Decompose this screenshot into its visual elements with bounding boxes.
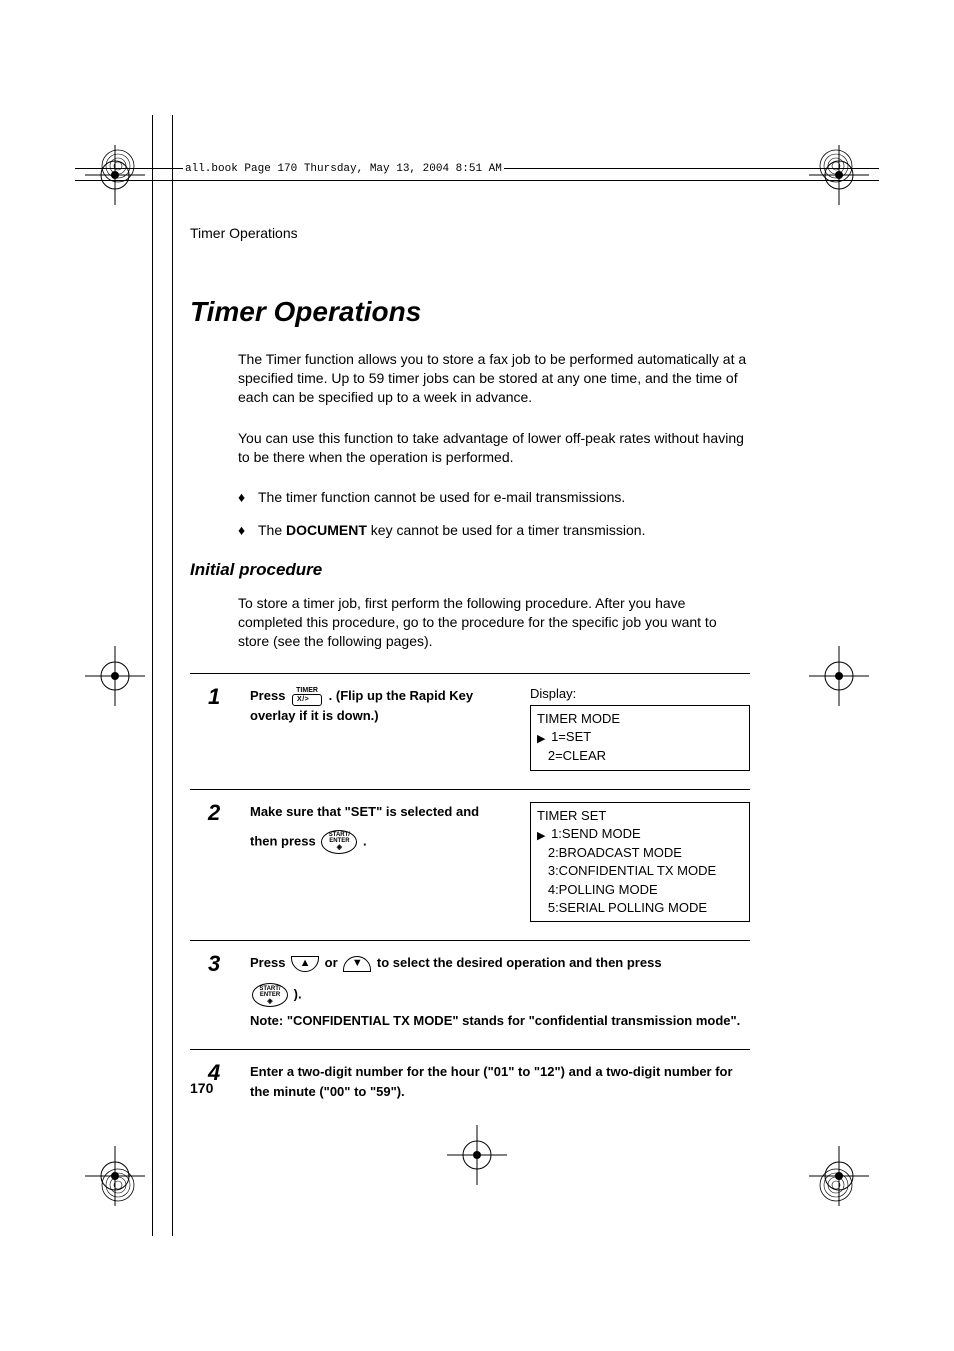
step-number: 2 [208,802,232,922]
intro-paragraph-2: You can use this function to take advant… [238,429,750,467]
up-arrow-key-icon: ▲ [291,956,319,972]
step-2-post: . [363,833,367,848]
bullet-1: ♦ The timer function cannot be used for … [238,488,750,507]
lcd-line: TIMER SET [537,807,743,825]
step-3-pre: Press [250,955,289,970]
step-2-line1: Make sure that "SET" is selected and [250,802,512,822]
lcd-line: 5:SERIAL POLLING MODE [537,899,743,917]
rosette-icon [818,148,854,184]
intro-paragraph-1: The Timer function allows you to store a… [238,350,750,407]
rule-horizontal-2 [75,180,879,181]
step-3: 3 Press ▲ or ▼ to select the desired ope… [190,941,750,1050]
step-1-instruction: Press TIMER X/> . (Flip up the Rapid Key… [250,686,512,771]
lcd-display: TIMER MODE ▶ 1=SET 2=CLEAR [530,705,750,771]
registration-mark-icon [85,646,145,706]
page-title: Timer Operations [190,296,750,328]
start-enter-key-icon: START/ ENTER ◈ [321,830,357,854]
timer-key-box: X/> [292,694,322,706]
lcd-line: ▶ 1=SET [537,728,743,747]
down-arrow-key-icon: ▼ [343,956,371,972]
diamond-icon: ◈ [267,998,272,1005]
lcd-line: 2:BROADCAST MODE [537,844,743,862]
rosette-icon [100,1167,136,1203]
rule-vertical-2 [172,115,173,1236]
lcd-text: 1=SET [547,729,591,744]
running-head: Timer Operations [190,225,750,241]
rule-vertical-1 [152,115,153,1236]
page-content: Timer Operations Timer Operations The Ti… [190,225,750,1121]
lcd-line: 3:CONFIDENTIAL TX MODE [537,862,743,880]
bullet-1-text: The timer function cannot be used for e-… [258,488,625,507]
step-number: 3 [208,953,232,1031]
bullet-2: ♦ The DOCUMENT key cannot be used for a … [238,521,750,540]
start-enter-key-icon: START/ ENTER ◈ [252,983,288,1007]
diamond-bullet-icon: ♦ [238,521,258,540]
step-4: 4 Enter a two-digit number for the hour … [190,1050,750,1120]
step-3-line2-post: ). [294,987,302,1002]
diamond-icon: ◈ [337,844,342,851]
bullet-2-pre: The [258,522,286,538]
rosette-icon [100,148,136,184]
step-4-instruction: Enter a two-digit number for the hour ("… [250,1062,750,1102]
display-label: Display: [530,686,750,701]
bullet-2-key: DOCUMENT [286,522,367,538]
step-2: 2 Make sure that "SET" is selected and t… [190,790,750,941]
timer-key-icon: TIMER X/> [292,687,322,706]
section-heading: Initial procedure [190,560,750,580]
section-intro: To store a timer job, first perform the … [238,594,750,651]
timer-key-label: TIMER [292,687,322,694]
step-number: 1 [208,686,232,771]
step-1: 1 Press TIMER X/> . (Flip up the Rapid K… [190,674,750,790]
step-2-pre: then press [250,833,319,848]
step-2-instruction: Make sure that "SET" is selected and the… [250,802,512,922]
step-3-post: to select the desired operation and then… [377,955,662,970]
registration-mark-icon [447,1125,507,1185]
bullet-2-post: key cannot be used for a timer transmiss… [367,522,646,538]
selector-triangle-icon: ▶ [537,829,545,844]
step-1-pre: Press [250,688,289,703]
registration-mark-icon [809,646,869,706]
page-meta-line: all.book Page 170 Thursday, May 13, 2004… [183,163,504,175]
step-3-instruction: Press ▲ or ▼ to select the desired opera… [250,953,750,1031]
step-3-mid: or [325,955,342,970]
page-number: 170 [190,1080,213,1096]
bullet-2-text: The DOCUMENT key cannot be used for a ti… [258,521,645,540]
step-3-note: Note: "CONFIDENTIAL TX MODE" stands for … [250,1011,750,1031]
lcd-text: 1:SEND MODE [547,826,640,841]
steps-table: 1 Press TIMER X/> . (Flip up the Rapid K… [190,673,750,1121]
step-2-display: TIMER SET ▶ 1:SEND MODE 2:BROADCAST MODE… [530,802,750,922]
step-1-display: Display: TIMER MODE ▶ 1=SET 2=CLEAR [530,686,750,771]
selector-triangle-icon: ▶ [537,732,545,747]
rosette-icon [818,1167,854,1203]
lcd-line: 2=CLEAR [537,747,743,765]
lcd-line: TIMER MODE [537,710,743,728]
lcd-line: ▶ 1:SEND MODE [537,825,743,844]
lcd-line: 4:POLLING MODE [537,881,743,899]
diamond-bullet-icon: ♦ [238,488,258,507]
lcd-display: TIMER SET ▶ 1:SEND MODE 2:BROADCAST MODE… [530,802,750,922]
